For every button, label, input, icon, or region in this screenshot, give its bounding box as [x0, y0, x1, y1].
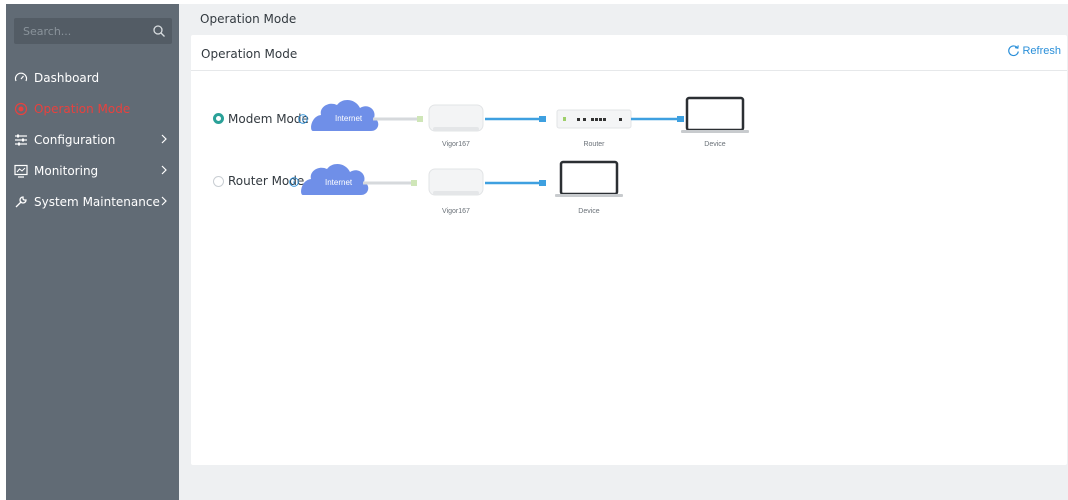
chevron-right-icon — [161, 196, 167, 206]
search-box[interactable]: Search... — [14, 18, 172, 44]
cable-connector-icon — [539, 116, 546, 122]
panel-header: Operation Mode Refresh — [191, 35, 1067, 71]
sidebar-item-system-maintenance[interactable]: System Maintenance — [6, 186, 179, 217]
breadcrumb-bar: Operation Mode — [189, 4, 1068, 32]
modem-device-icon — [428, 168, 484, 196]
laptop-device-icon — [555, 160, 623, 197]
router-mode-option[interactable]: Router Mode Internet Vigor167 Device — [191, 151, 1067, 215]
refresh-label: Refresh — [1022, 44, 1061, 57]
sidebar-item-label: System Maintenance — [34, 194, 160, 209]
panel-title: Operation Mode — [201, 47, 298, 61]
internet-cloud-icon: Internet — [301, 163, 369, 195]
modem-topology-diagram: Internet — [311, 96, 749, 133]
sidebar-item-label: Dashboard — [34, 70, 100, 85]
cloud-label: Internet — [325, 178, 353, 187]
chevron-right-icon — [161, 134, 167, 144]
sidebar-item-configuration[interactable]: Configuration — [6, 124, 179, 155]
search-input[interactable]: Search... — [23, 25, 71, 38]
sidebar-item-monitoring[interactable]: Monitoring — [6, 155, 179, 186]
cable-connector-icon — [417, 116, 423, 122]
router-topology-diagram: Internet — [301, 160, 623, 197]
cloud-label: Internet — [335, 114, 363, 123]
cable-connector-icon — [677, 116, 684, 122]
sliders-icon — [15, 134, 27, 145]
modem-device-icon — [428, 104, 484, 132]
internet-cloud-icon: Internet — [311, 99, 379, 131]
sidebar-item-operation-mode[interactable]: Operation Mode — [6, 93, 179, 124]
sidebar-item-label: Operation Mode — [34, 101, 131, 116]
gauge-icon — [14, 72, 28, 81]
operation-mode-panel: Operation Mode Refresh Modem Mode Intern… — [191, 35, 1067, 465]
sidebar: Search... Dashboard Operation Mode Confi… — [6, 4, 179, 500]
sidebar-item-label: Monitoring — [34, 163, 99, 178]
monitor-icon — [14, 164, 28, 178]
device-caption: Device — [578, 208, 600, 215]
breadcrumb: Operation Mode — [200, 12, 297, 26]
refresh-icon — [1008, 45, 1020, 57]
target-icon — [14, 102, 28, 115]
chevron-right-icon — [161, 165, 167, 175]
cable-connector-icon — [411, 180, 417, 186]
laptop-device-icon — [681, 96, 749, 133]
app-frame: Search... Dashboard Operation Mode Confi… — [6, 4, 1068, 500]
refresh-button[interactable]: Refresh — [1007, 44, 1061, 57]
router-caption: Router — [583, 141, 605, 148]
sidebar-item-dashboard[interactable]: Dashboard — [6, 62, 179, 93]
cable-connector-icon — [539, 180, 546, 186]
sidebar-nav: Dashboard Operation Mode Configuration M… — [6, 62, 179, 217]
device-caption: Device — [704, 141, 726, 148]
modem-caption: Vigor167 — [442, 208, 470, 215]
wrench-icon — [15, 195, 27, 207]
modem-caption: Vigor167 — [442, 141, 470, 148]
router-device-icon — [556, 109, 632, 129]
modem-mode-option[interactable]: Modem Mode Internet Vigor167 Router Devi… — [191, 83, 1067, 148]
search-icon[interactable] — [152, 24, 166, 38]
sidebar-item-label: Configuration — [34, 132, 116, 147]
